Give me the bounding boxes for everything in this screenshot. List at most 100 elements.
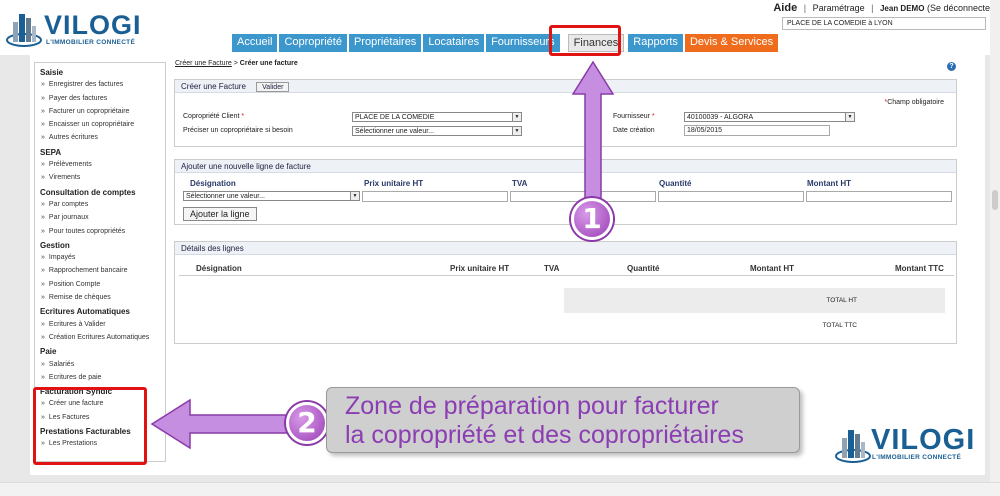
- logout-link[interactable]: (Se déconnecter): [927, 3, 996, 13]
- coowner-label: Préciser un copropriétaire si besoin: [183, 127, 293, 134]
- scrollbar-thumb[interactable]: [992, 190, 998, 210]
- logo-text: VILOGI: [871, 424, 976, 456]
- chevron-right-icon: »: [41, 294, 45, 302]
- breadcrumb-current: Créer une facture: [239, 60, 298, 67]
- tab-copropriete[interactable]: Copropriété: [279, 34, 347, 52]
- date-label: Date création: [613, 127, 655, 134]
- chevron-right-icon: »: [41, 81, 45, 89]
- sidebar-item-salaries[interactable]: » Salariés: [35, 359, 165, 372]
- sidebar-item-label: Enregistrer des factures: [48, 81, 124, 89]
- chevron-right-icon: »: [41, 121, 45, 129]
- chevron-right-icon: »: [41, 333, 45, 341]
- chevron-right-icon: »: [41, 373, 45, 381]
- sidebar-item-label: Salariés: [48, 360, 75, 368]
- sidebar-item-encaisser-coproprietaire[interactable]: » Encaisser un copropriétaire: [35, 119, 165, 132]
- quantity-input[interactable]: [658, 191, 804, 202]
- validate-button[interactable]: Valider: [256, 82, 290, 92]
- finances-highlight: [549, 25, 621, 56]
- total-ht-row: TOTAL HT: [564, 288, 945, 313]
- sidebar-item-rapprochement[interactable]: » Rapprochement bancaire: [35, 265, 165, 278]
- sidebar-item-label: Rapprochement bancaire: [48, 267, 128, 275]
- sidebar-item-payer-factures[interactable]: » Payer des factures: [35, 93, 165, 106]
- sidebar-section-saisie: Saisie: [40, 68, 64, 77]
- vilogi-logo[interactable]: VILOGI L'IMMOBILIER CONNECTÉ: [6, 6, 156, 50]
- callout-line-2: la copropriété et des copropriétaires: [345, 421, 744, 449]
- chevron-right-icon: »: [41, 254, 45, 262]
- sidebar-section-gestion: Gestion: [40, 240, 70, 250]
- tab-accueil[interactable]: Accueil: [232, 34, 278, 52]
- sidebar-item-label: Virements: [48, 174, 81, 182]
- sidebar-item-creation-ecritures[interactable]: » Création Ecritures Automatiques: [35, 332, 165, 345]
- chevron-right-icon: »: [41, 94, 45, 102]
- arrow-left-icon: [150, 398, 294, 450]
- sidebar-item-label: Payer des factures: [48, 94, 108, 102]
- separator: |: [871, 3, 874, 13]
- client-select[interactable]: PLACE DE LA COMEDIE ▼: [352, 112, 522, 122]
- sidebar-item-label: Impayés: [48, 254, 76, 262]
- sidebar-item-par-comptes[interactable]: » Par comptes: [35, 199, 165, 212]
- tab-devis-services[interactable]: Devis & Services: [684, 34, 779, 52]
- totals-block: TOTAL HT TOTAL TTC: [564, 288, 945, 339]
- coowner-select-value: Sélectionner une valeur...: [355, 128, 434, 135]
- tab-proprietaires[interactable]: Propriétaires: [348, 34, 422, 52]
- sidebar-section-paie: Paie: [40, 347, 57, 357]
- breadcrumb: Créer une Facture > Créer une facture: [175, 60, 298, 67]
- main-nav: Accueil Copropriété Propriétaires Locata…: [232, 34, 780, 52]
- add-line-panel: Ajouter une nouvelle ligne de facture Dé…: [174, 159, 957, 225]
- sidebar-item-remise-cheques[interactable]: » Remise de chèques: [35, 292, 165, 305]
- amount-ht-input[interactable]: [806, 191, 952, 202]
- breadcrumb-link[interactable]: Créer une Facture: [175, 60, 232, 67]
- client-label: Copropriété Client *: [183, 113, 244, 120]
- panel-header: Ajouter une nouvelle ligne de facture: [175, 160, 956, 173]
- building-logo-icon: [6, 14, 42, 47]
- sidebar-item-toutes-coproprietes[interactable]: » Pour toutes copropriétés: [35, 226, 165, 239]
- chevron-down-icon: ▼: [512, 113, 521, 121]
- panel-header: Créer une Facture Valider: [175, 80, 956, 93]
- sidebar-item-ecritures-valider[interactable]: » Ecritures à Valider: [35, 319, 165, 332]
- coowner-select[interactable]: Sélectionner une valeur... ▼: [352, 126, 522, 136]
- sidebar-item-ecritures-paie[interactable]: » Ecritures de paie: [35, 372, 165, 385]
- detail-col-tva: TVA: [544, 264, 560, 273]
- callout-box: Zone de préparation pour facturer la cop…: [326, 387, 800, 453]
- detail-col-prix-unitaire: Prix unitaire HT: [450, 264, 510, 273]
- facturation-highlight: [33, 387, 147, 465]
- sidebar-item-facturer-coproprietaire[interactable]: » Facturer un copropriétaire: [35, 106, 165, 119]
- unit-price-input[interactable]: [362, 191, 508, 202]
- sidebar-item-virements[interactable]: » Virements: [35, 172, 165, 185]
- col-prix-unitaire: Prix unitaire HT: [364, 179, 424, 188]
- chevron-right-icon: »: [41, 134, 45, 142]
- sidebar-item-autres-ecritures[interactable]: » Autres écritures: [35, 132, 165, 145]
- date-input[interactable]: 18/05/2015: [684, 125, 830, 136]
- logo-text: VILOGI: [44, 10, 142, 40]
- settings-link[interactable]: Paramétrage: [813, 3, 865, 13]
- status-bar: [0, 482, 1000, 496]
- sidebar-item-impayes[interactable]: » Impayés: [35, 252, 165, 265]
- sidebar-item-enregistrer-factures[interactable]: » Enregistrer des factures: [35, 79, 165, 92]
- address-field[interactable]: PLACE DE LA COMEDIE à LYON: [782, 17, 986, 30]
- sidebar-item-prelevements[interactable]: » Prélèvements: [35, 159, 165, 172]
- chevron-right-icon: »: [41, 161, 45, 169]
- add-line-button[interactable]: Ajouter la ligne: [183, 207, 257, 221]
- sidebar-item-par-journaux[interactable]: » Par journaux: [35, 212, 165, 225]
- callout-line-1: Zone de préparation pour facturer: [345, 392, 719, 420]
- logo-tagline: L'IMMOBILIER CONNECTÉ: [46, 39, 136, 46]
- sidebar-item-label: Ecritures de paie: [48, 373, 102, 381]
- sidebar-item-position-compte[interactable]: » Position Compte: [35, 279, 165, 292]
- tab-rapports[interactable]: Rapports: [628, 34, 683, 52]
- tab-locataires[interactable]: Locataires: [423, 34, 485, 52]
- sidebar-item-label: Par comptes: [48, 200, 89, 208]
- sidebar-item-label: Pour toutes copropriétés: [48, 227, 126, 235]
- supplier-label: Fournisseur *: [613, 113, 655, 120]
- chevron-right-icon: »: [41, 360, 45, 368]
- sidebar-item-label: Création Ecritures Automatiques: [48, 333, 150, 341]
- help-icon[interactable]: ?: [947, 62, 956, 71]
- supplier-select[interactable]: 40100039 - ALGORA ▼: [684, 112, 855, 122]
- help-link[interactable]: Aide: [773, 2, 797, 14]
- sidebar-item-label: Par journaux: [48, 214, 89, 222]
- designation-select[interactable]: Sélectionner une valeur... ▼: [183, 191, 360, 201]
- sidebar-section-consultation: Consultation de comptes: [40, 187, 136, 197]
- create-invoice-panel: Créer une Facture Valider *Champ obligat…: [174, 79, 957, 147]
- chevron-right-icon: »: [41, 280, 45, 288]
- step-1-badge: 1: [571, 198, 613, 240]
- scrollbar[interactable]: [990, 0, 1000, 482]
